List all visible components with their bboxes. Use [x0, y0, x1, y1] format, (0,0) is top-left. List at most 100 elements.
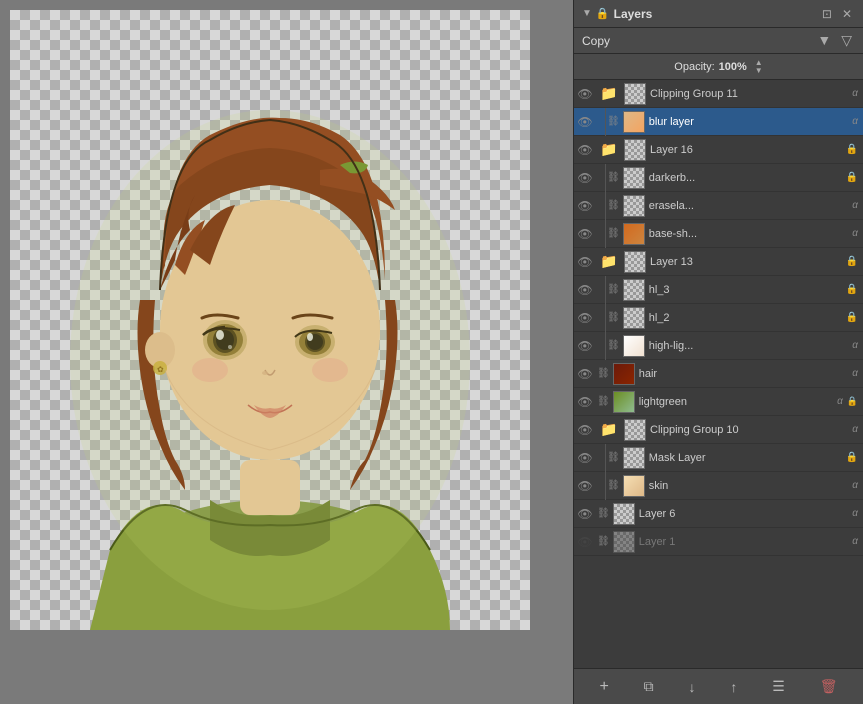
panel-toolbar: + ⧉ ↓ ↑ ☰ 🗑: [574, 668, 863, 704]
layer-item[interactable]: 👁 ⛓ hair α: [574, 360, 863, 388]
layer-visibility-toggle[interactable]: 👁: [574, 304, 596, 332]
layer-item[interactable]: 👁 ⛓ high-lig... α: [574, 332, 863, 360]
delete-layer-button[interactable]: 🗑: [814, 675, 844, 698]
layer-chain-icon: ⛓: [607, 284, 620, 295]
layer-item[interactable]: 👁 ⛓ Mask Layer 🔒: [574, 444, 863, 472]
layer-thumbnail: [624, 419, 646, 441]
panel-lock-icon: 🔒: [596, 7, 610, 20]
layer-badges: 🔒: [845, 144, 859, 155]
layer-visibility-toggle[interactable]: 👁: [574, 276, 596, 304]
layer-item[interactable]: 👁 ⛓ blur layer α: [574, 108, 863, 136]
layer-badges: α: [851, 424, 859, 435]
add-layer-button[interactable]: +: [593, 675, 614, 699]
copy-filter-button[interactable]: ▽: [838, 31, 855, 50]
layer-group-icon: 📁: [598, 251, 620, 273]
layer-item[interactable]: 👁 ⛓ base-sh... α: [574, 220, 863, 248]
layer-badges: α: [851, 480, 859, 491]
layer-alpha-badge: α: [851, 508, 859, 519]
layer-indent-line: [596, 332, 606, 360]
layer-item[interactable]: 👁 📁 Clipping Group 10 α: [574, 416, 863, 444]
layer-visibility-toggle[interactable]: 👁: [574, 444, 596, 472]
copy-dropdown-button[interactable]: ▼: [814, 31, 834, 50]
opacity-row: Opacity: 100% ▲ ▼: [574, 54, 863, 80]
layer-visibility-toggle[interactable]: 👁: [574, 416, 596, 444]
layer-lock-badge: 🔒: [845, 144, 859, 155]
layer-alpha-badge: α: [851, 480, 859, 491]
layer-visibility-toggle[interactable]: 👁: [574, 80, 596, 108]
layer-chain-icon: ⛓: [597, 368, 610, 379]
layer-badges: α: [851, 116, 859, 127]
layer-visibility-toggle[interactable]: 👁: [574, 220, 596, 248]
panel-undock-button[interactable]: ⊡: [819, 6, 835, 22]
layer-alpha-badge: α: [851, 368, 859, 379]
layer-badges: α: [851, 508, 859, 519]
layer-chain-icon: ⛓: [597, 508, 610, 519]
layer-chain-icon: ⛓: [607, 116, 620, 127]
layer-chain-icon: ⛓: [597, 396, 610, 407]
layer-item[interactable]: 👁 📁 Layer 13 🔒: [574, 248, 863, 276]
copy-icons: ▼ ▽: [814, 31, 855, 50]
layer-chain-icon: ⛓: [607, 228, 620, 239]
panel-header: ▼ 🔒 Layers ⊡ ✕: [574, 0, 863, 28]
layer-visibility-toggle[interactable]: 👁: [574, 332, 596, 360]
opacity-value[interactable]: 100%: [719, 61, 747, 73]
layer-item[interactable]: 👁 ⛓ lightgreen α 🔒: [574, 388, 863, 416]
layer-item[interactable]: 👁 ⛓ darkerb... 🔒: [574, 164, 863, 192]
layer-item[interactable]: 👁 ⛓ skin α: [574, 472, 863, 500]
layer-visibility-toggle[interactable]: 👁: [574, 136, 596, 164]
layer-chain-icon: ⛓: [607, 480, 620, 491]
layer-thumbnail: [613, 363, 635, 385]
layer-properties-button[interactable]: ☰: [766, 675, 791, 698]
opacity-label: Opacity:: [674, 61, 714, 73]
layer-visibility-toggle[interactable]: 👁: [574, 248, 596, 276]
layer-alpha-badge: α: [851, 88, 859, 99]
layer-item[interactable]: 👁 ⛓ Layer 6 α: [574, 500, 863, 528]
layer-name: Clipping Group 11: [648, 88, 851, 100]
layer-indent-line: [596, 192, 606, 220]
move-layer-up-button[interactable]: ↑: [724, 676, 743, 698]
layer-alpha-badge: α: [851, 424, 859, 435]
layer-name: darkerb...: [647, 172, 845, 184]
layer-badges: 🔒: [845, 452, 859, 463]
layers-list[interactable]: 👁 📁 Clipping Group 11 α 👁 ⛓ blur layer α…: [574, 80, 863, 668]
layer-visibility-toggle[interactable]: 👁: [574, 192, 596, 220]
copy-label: Copy: [582, 34, 814, 48]
opacity-down-arrow[interactable]: ▼: [755, 67, 763, 75]
layer-visibility-toggle[interactable]: 👁: [574, 528, 596, 556]
layer-visibility-toggle[interactable]: 👁: [574, 108, 596, 136]
panel-menu-button[interactable]: ✕: [839, 6, 855, 22]
layer-visibility-toggle[interactable]: 👁: [574, 472, 596, 500]
layer-thumbnail: [623, 475, 645, 497]
panel-icons: ⊡ ✕: [819, 6, 855, 22]
layer-item[interactable]: 👁 ⛓ hl_3 🔒: [574, 276, 863, 304]
layer-name: base-sh...: [647, 228, 852, 240]
layer-name: lightgreen: [637, 396, 836, 408]
layer-alpha-badge: α: [836, 396, 844, 407]
layer-item[interactable]: 👁 ⛓ erasela... α: [574, 192, 863, 220]
layer-visibility-toggle[interactable]: 👁: [574, 360, 596, 388]
duplicate-layer-button[interactable]: ⧉: [638, 675, 660, 698]
layer-item[interactable]: 👁 📁 Clipping Group 11 α: [574, 80, 863, 108]
panel-title-row: ▼ 🔒 Layers: [582, 7, 652, 21]
layer-thumbnail: [613, 391, 635, 413]
move-layer-down-button[interactable]: ↓: [683, 676, 702, 698]
layer-visibility-toggle[interactable]: 👁: [574, 500, 596, 528]
layer-indent-line: [596, 108, 606, 136]
layer-visibility-toggle[interactable]: 👁: [574, 164, 596, 192]
layer-lock-badge: 🔒: [845, 256, 859, 267]
layer-item[interactable]: 👁 ⛓ hl_2 🔒: [574, 304, 863, 332]
layer-thumbnail: [623, 447, 645, 469]
layer-name: skin: [647, 480, 852, 492]
layer-item[interactable]: 👁 📁 Layer 16 🔒: [574, 136, 863, 164]
layer-thumbnail: [623, 223, 645, 245]
layer-name: hl_3: [647, 284, 845, 296]
layer-chain-icon: ⛓: [607, 200, 620, 211]
canvas-area: ✿: [0, 0, 573, 704]
layer-chain-icon: ⛓: [607, 340, 620, 351]
layer-thumbnail: [623, 167, 645, 189]
layer-visibility-toggle[interactable]: 👁: [574, 388, 596, 416]
layer-item[interactable]: 👁 ⛓ Layer 1 α: [574, 528, 863, 556]
layer-name: Layer 13: [648, 256, 845, 268]
panel-collapse-icon[interactable]: ▼: [582, 8, 592, 19]
layer-group-icon: 📁: [598, 139, 620, 161]
